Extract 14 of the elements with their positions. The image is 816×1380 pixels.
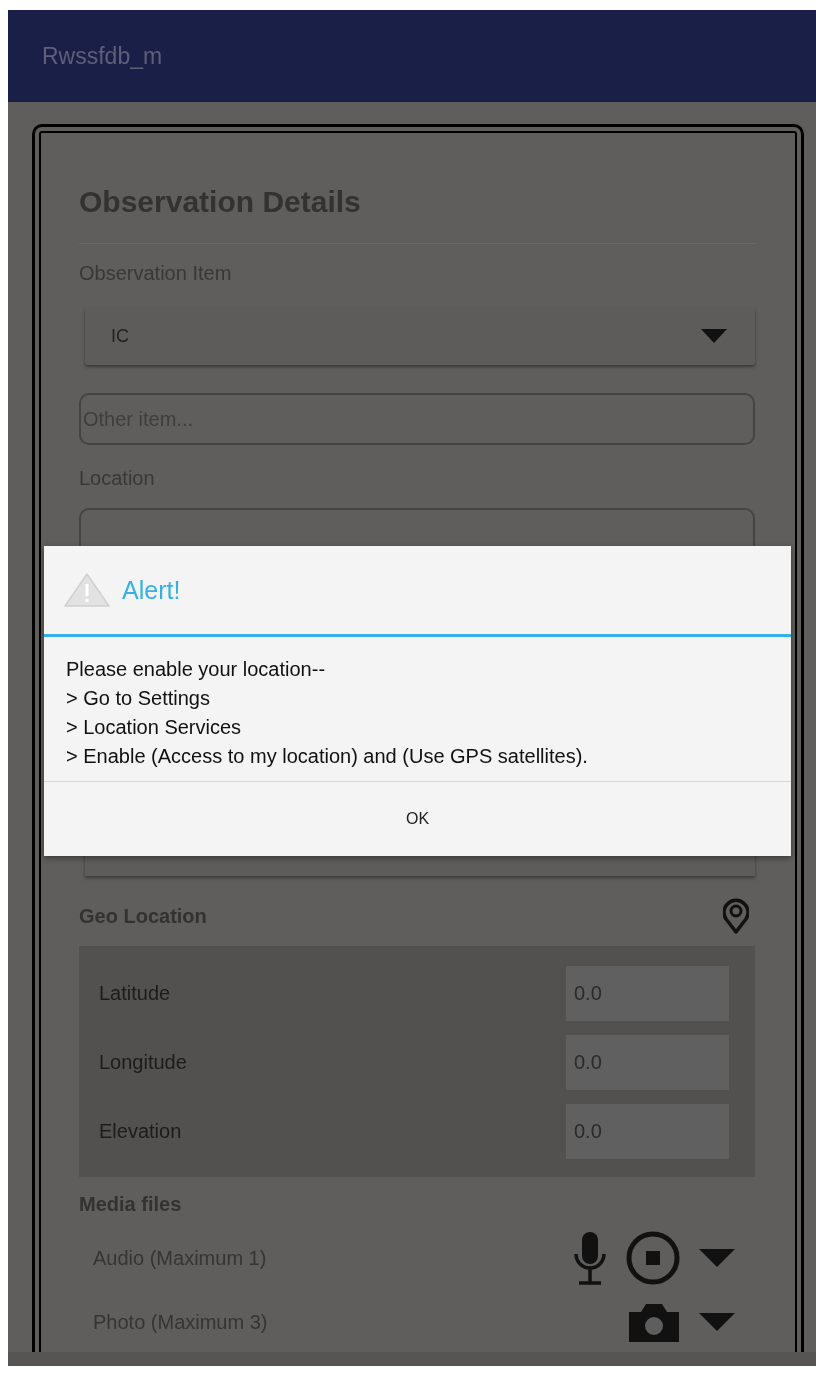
dialog-message: Please enable your location-- > Go to Settings > Location Services > Enable (Access to my location) and (Use GPS satellites). <box>44 655 791 782</box>
caret-icon[interactable] <box>699 1249 735 1267</box>
coordinate-field[interactable]: 0.0 <box>566 1035 729 1090</box>
dialog-title: Alert! <box>122 575 181 605</box>
app-title: Rwssfdb_m <box>42 42 163 70</box>
record-stop-icon[interactable] <box>625 1230 681 1286</box>
location-pin-icon[interactable] <box>723 898 749 934</box>
caret-icon[interactable] <box>699 1313 735 1331</box>
caret-icon <box>701 329 727 343</box>
coordinate-field[interactable]: 0.0 <box>566 966 729 1021</box>
ok-button[interactable]: OK <box>44 782 791 856</box>
warning-icon <box>64 572 110 608</box>
microphone-icon[interactable] <box>573 1230 607 1286</box>
coordinate-field[interactable]: 0.0 <box>566 1104 729 1159</box>
